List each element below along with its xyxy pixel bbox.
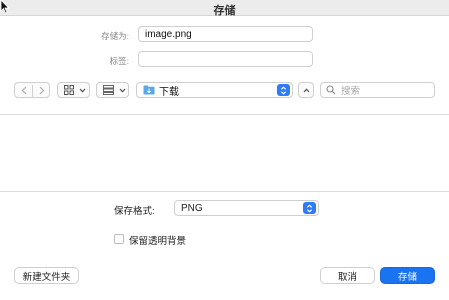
nav-buttons — [14, 82, 50, 98]
group-button[interactable] — [96, 82, 129, 98]
browser-bottom-divider — [0, 191, 449, 192]
search-field[interactable]: 搜索 — [320, 82, 435, 98]
save-as-label: 存储为: — [101, 31, 129, 41]
save-button[interactable]: 存储 — [380, 267, 435, 284]
download-folder-icon — [143, 85, 155, 95]
location-label: 下载 — [159, 86, 179, 98]
browser-toolbar: 下载 搜索 — [0, 78, 449, 104]
chevron-down-icon — [79, 88, 86, 93]
new-folder-button[interactable]: 新建文件夹 — [14, 267, 79, 284]
save-as-input[interactable]: image.png — [138, 26, 313, 42]
search-placeholder: 搜索 — [341, 86, 361, 97]
title-bar: 存储 — [0, 0, 449, 17]
chevron-left-icon — [21, 86, 27, 94]
format-stepper — [303, 202, 316, 214]
chevron-up-icon — [303, 87, 309, 92]
keep-transparent-checkbox[interactable] — [114, 234, 124, 244]
tags-label: 标签: — [109, 56, 129, 66]
chevron-down-icon — [119, 88, 126, 93]
forward-button[interactable] — [33, 83, 51, 97]
location-stepper — [277, 84, 290, 96]
location-select[interactable]: 下载 — [136, 82, 293, 98]
browser-top-divider — [0, 114, 449, 115]
cancel-button[interactable]: 取消 — [320, 267, 375, 284]
chevron-right-icon — [39, 86, 45, 94]
collapse-button[interactable] — [298, 82, 314, 98]
format-value: PNG — [181, 202, 203, 214]
format-select[interactable]: PNG — [174, 200, 319, 216]
back-button[interactable] — [15, 83, 33, 97]
view-mode-button[interactable] — [57, 82, 90, 98]
up-down-chevron-icon — [280, 86, 287, 94]
tags-input[interactable] — [138, 51, 313, 67]
window-title: 存储 — [213, 5, 236, 17]
format-label: 保存格式: — [114, 206, 155, 217]
group-icon — [103, 85, 114, 95]
up-down-chevron-icon — [306, 204, 313, 212]
keep-transparent-label: 保留透明背景 — [129, 236, 187, 247]
search-icon — [326, 85, 336, 95]
grid-view-icon — [64, 85, 74, 95]
